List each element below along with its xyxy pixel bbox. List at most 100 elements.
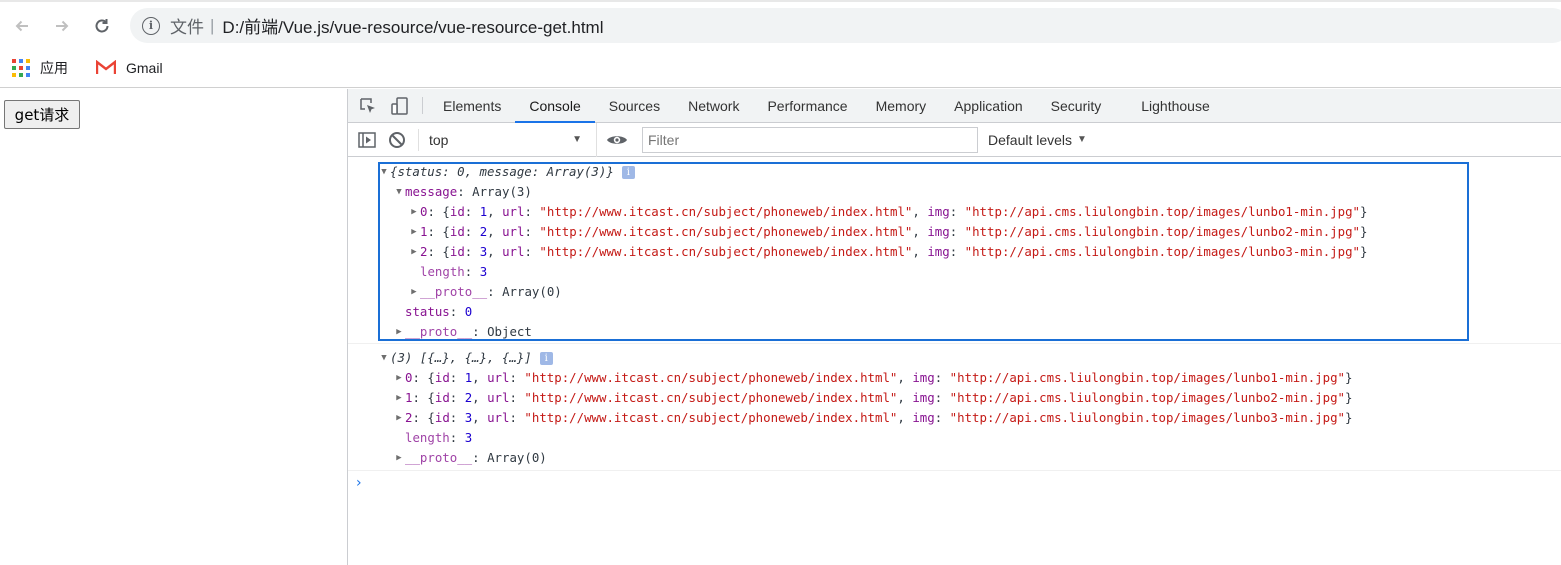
tab-sources[interactable]: Sources	[595, 89, 674, 122]
forward-button[interactable]	[48, 12, 76, 40]
id-value: 2	[464, 390, 473, 405]
scheme-separator: |	[210, 15, 215, 35]
eye-icon	[606, 135, 627, 144]
tab-application[interactable]: Application	[940, 89, 1037, 122]
property-key: __proto__	[405, 324, 473, 339]
reload-button[interactable]	[88, 12, 116, 40]
filter-input[interactable]	[642, 126, 978, 153]
gmail-icon	[96, 60, 116, 74]
array-item-row[interactable]: ▶ 1: {id: 2, url: "http://www.itcast.cn/s…	[348, 388, 1561, 408]
property-value: Object	[487, 324, 532, 339]
array-summary-row[interactable]: ▼ (3) [{…}, {…}, {…}] i	[348, 348, 1561, 368]
array-item-row[interactable]: ▶ 0: {id: 1, url: "http://www.itcast.cn/s…	[348, 202, 1561, 222]
array-index: 0	[420, 204, 428, 219]
prop-url: url	[502, 244, 525, 259]
prop-id: id	[449, 204, 465, 219]
tab-performance[interactable]: Performance	[753, 89, 861, 122]
prop-id: id	[434, 410, 450, 425]
property-key: length	[420, 264, 465, 279]
prop-url: url	[487, 390, 510, 405]
url-value: "http://www.itcast.cn/subject/phoneweb/i…	[524, 410, 898, 425]
context-selector[interactable]: top ▼	[418, 128, 588, 151]
array-item-row[interactable]: ▶ 0: {id: 1, url: "http://www.itcast.cn/s…	[348, 368, 1561, 388]
array-index: 1	[405, 390, 413, 405]
clear-console-icon	[389, 131, 405, 148]
prop-img: img	[927, 204, 950, 219]
info-icon[interactable]: i	[621, 165, 635, 179]
array-proto-row[interactable]: ▶ __proto__: Array(0)	[348, 282, 1561, 302]
property-key: __proto__	[420, 284, 488, 299]
array-index: 0	[405, 370, 413, 385]
site-info-icon[interactable]: i	[142, 16, 160, 35]
collapsed-triangle-icon[interactable]: ▶	[393, 388, 405, 408]
array-index: 1	[420, 224, 428, 239]
collapsed-triangle-icon[interactable]: ▶	[408, 202, 420, 222]
object-summary-row[interactable]: ▼ {status: 0, message: Array(3)} i	[348, 162, 1561, 182]
tab-elements[interactable]: Elements	[429, 89, 515, 122]
tab-network[interactable]: Network	[674, 89, 753, 122]
property-value: Array(3)	[472, 184, 532, 199]
img-value: "http://api.cms.liulongbin.top/images/lu…	[949, 410, 1346, 425]
get-request-button[interactable]: get请求	[4, 100, 80, 129]
object-summary: {status: 0, message: Array(3)}	[390, 164, 614, 179]
prop-url: url	[487, 410, 510, 425]
tab-console[interactable]: Console	[515, 89, 596, 123]
expand-triangle-icon[interactable]: ▼	[393, 182, 405, 202]
tab-memory[interactable]: Memory	[862, 89, 941, 122]
object-proto-row[interactable]: ▶ __proto__: Object	[348, 322, 1561, 342]
url-value: "http://www.itcast.cn/subject/phoneweb/i…	[524, 390, 898, 405]
expand-triangle-icon[interactable]: ▼	[378, 162, 390, 182]
tab-divider	[422, 97, 423, 114]
collapsed-triangle-icon[interactable]: ▶	[393, 408, 405, 428]
forward-arrow-icon	[56, 20, 69, 32]
prop-id: id	[449, 224, 465, 239]
id-value: 3	[464, 410, 473, 425]
bookmark-apps[interactable]: 应用	[12, 58, 68, 78]
tab-security[interactable]: Security	[1037, 89, 1116, 122]
property-key: length	[405, 430, 450, 445]
log-levels-label: Default levels	[988, 131, 1073, 148]
expand-triangle-icon[interactable]: ▼	[378, 348, 390, 368]
console-toolbar: top ▼ Default levels ▼	[348, 122, 1561, 157]
collapsed-triangle-icon[interactable]: ▶	[393, 322, 405, 342]
length-row: length: 3	[348, 262, 1561, 282]
reload-icon	[95, 19, 109, 33]
dropdown-arrow-icon: ▼	[572, 134, 582, 145]
prop-img: img	[927, 244, 950, 259]
inspect-cursor-icon	[360, 97, 375, 113]
img-value: "http://api.cms.liulongbin.top/images/lu…	[964, 244, 1361, 259]
device-toolbar-button[interactable]	[384, 89, 416, 122]
message-row[interactable]: ▼ message: Array(3)	[348, 182, 1561, 202]
url-value: "http://www.itcast.cn/subject/phoneweb/i…	[539, 244, 913, 259]
live-expression-button[interactable]	[596, 122, 636, 157]
address-bar[interactable]: i 文件 | D:/前端/Vue.js/vue-resource/vue-res…	[130, 8, 1561, 43]
collapsed-triangle-icon[interactable]: ▶	[393, 448, 405, 468]
info-icon[interactable]: i	[539, 351, 553, 365]
array-item-row[interactable]: ▶ 1: {id: 2, url: "http://www.itcast.cn/s…	[348, 222, 1561, 242]
collapsed-triangle-icon[interactable]: ▶	[408, 282, 420, 302]
collapsed-triangle-icon[interactable]: ▶	[408, 222, 420, 242]
log-levels-dropdown[interactable]: Default levels ▼	[988, 132, 1087, 148]
back-button[interactable]	[8, 12, 36, 40]
prop-img: img	[927, 224, 950, 239]
array-item-row[interactable]: ▶ 2: {id: 3, url: "http://www.itcast.cn/s…	[348, 242, 1561, 262]
prop-url: url	[502, 204, 525, 219]
array-index: 2	[405, 410, 413, 425]
status-row: status: 0	[348, 302, 1561, 322]
clear-console-button[interactable]	[382, 123, 412, 157]
array-summary: (3) [{…}, {…}, {…}]	[390, 350, 532, 365]
bookmark-gmail[interactable]: Gmail	[96, 60, 163, 76]
collapsed-triangle-icon[interactable]: ▶	[408, 242, 420, 262]
tab-lighthouse[interactable]: Lighthouse	[1127, 89, 1224, 122]
array-item-row[interactable]: ▶ 2: {id: 3, url: "http://www.itcast.cn/s…	[348, 408, 1561, 428]
console-prompt[interactable]: ›	[348, 471, 1561, 495]
console-message: ▼ (3) [{…}, {…}, {…}] i ▶ 0: {id: 1, url:…	[348, 344, 1561, 471]
sidebar-toggle-icon	[358, 131, 376, 148]
show-sidebar-button[interactable]	[352, 123, 382, 157]
array-proto-row[interactable]: ▶ __proto__: Array(0)	[348, 448, 1561, 468]
inspect-element-button[interactable]	[352, 89, 384, 122]
property-key: __proto__	[405, 450, 473, 465]
prop-id: id	[449, 244, 465, 259]
bookmarks-bar: 应用 Gmail	[0, 48, 1561, 88]
collapsed-triangle-icon[interactable]: ▶	[393, 368, 405, 388]
